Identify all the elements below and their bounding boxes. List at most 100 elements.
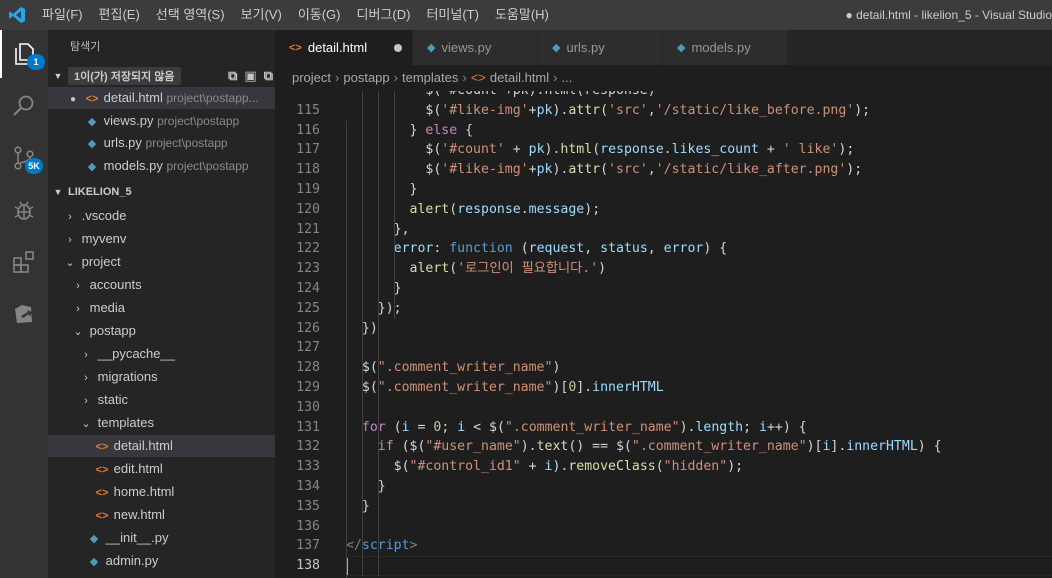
code-line: }: [346, 180, 1052, 200]
code-token: '로그인이 필요합니다.': [457, 261, 599, 277]
tab-views-py[interactable]: ◆ views.py: [413, 30, 538, 65]
save-all-icon[interactable]: ▣: [244, 68, 256, 84]
file-item[interactable]: <> edit.html: [48, 458, 275, 480]
extensions-icon[interactable]: [0, 238, 48, 286]
explorer-badge: 1: [27, 54, 45, 70]
html-file-icon: <>: [470, 70, 486, 85]
file-item[interactable]: <> home.html: [48, 481, 275, 503]
folder-item[interactable]: › static: [48, 389, 275, 411]
menu-item[interactable]: 이동(G): [290, 0, 349, 30]
workspace-header[interactable]: ▼ LIKELION_5: [48, 181, 275, 203]
folder-item[interactable]: › __pycache__: [48, 343, 275, 365]
chevron-down-icon: ▼: [53, 71, 63, 81]
file-item[interactable]: <> new.html: [48, 504, 275, 526]
explorer-icon[interactable]: 1: [0, 30, 48, 78]
code-token: ,: [584, 241, 601, 257]
line-number: 120: [296, 201, 320, 217]
code-line: }: [346, 279, 1052, 299]
code-token: (: [449, 261, 458, 277]
code-token: );: [727, 459, 744, 475]
code-token: pk: [528, 142, 545, 158]
tree-item-label: __pycache__: [97, 346, 175, 361]
code-token: error: [663, 241, 704, 257]
breadcrumb-item[interactable]: templates: [402, 70, 458, 85]
line-number: 115: [296, 102, 320, 118]
menu-item[interactable]: 터미널(T): [418, 0, 486, 30]
code-token: for: [361, 419, 386, 435]
folder-item[interactable]: ⌄ postapp: [48, 320, 275, 342]
close-all-icon[interactable]: ⧉: [264, 68, 273, 84]
code-editor[interactable]: 115 116 117 118 119 120 121 122 123 124 125 126 127 1…: [275, 91, 1052, 578]
code-token: ;: [743, 419, 759, 435]
code-token: "hidden": [663, 459, 728, 475]
code-token: ): [552, 360, 561, 376]
debug-icon[interactable]: [0, 186, 48, 234]
breadcrumb-item[interactable]: postapp: [343, 70, 389, 85]
folder-item[interactable]: › migrations: [48, 366, 275, 388]
menu-item[interactable]: 디버그(D): [349, 0, 419, 30]
chevron-right-icon: ›: [84, 372, 88, 384]
tree-item-label: accounts: [89, 277, 142, 292]
code-token: ).: [552, 459, 569, 475]
menu-item[interactable]: 보기(V): [233, 0, 290, 30]
folder-item[interactable]: ⌄ templates: [48, 412, 275, 434]
live-share-icon[interactable]: [0, 290, 48, 338]
open-editors-actions: ⧉ ▣ ⧉: [228, 65, 275, 87]
menu-item[interactable]: 선택 영역(S): [148, 0, 233, 30]
open-editor-path: project\postapp: [145, 136, 228, 150]
code-line: },: [346, 220, 1052, 240]
file-item[interactable]: ◆: [48, 573, 275, 578]
title-bar: 파일(F) 편집(E) 선택 영역(S) 보기(V) 이동(G) 디버그(D) 터미널(T)…: [0, 0, 1052, 30]
code-area[interactable]: $('#count'+pk).html(response) $('#like-i…: [346, 91, 1052, 578]
tree-item-label: .vscode: [81, 208, 127, 223]
code-line: </script>: [346, 536, 1052, 556]
code-token: else: [425, 122, 458, 138]
open-editor-item[interactable]: ◆ views.py project\postapp: [48, 110, 275, 132]
menu-item[interactable]: 파일(F): [34, 0, 91, 30]
search-icon[interactable]: [0, 82, 48, 130]
code-token: i: [401, 419, 410, 435]
tab-urls-py[interactable]: ◆ urls.py: [538, 30, 663, 65]
folder-item[interactable]: › accounts: [48, 274, 275, 296]
breadcrumb-item[interactable]: project: [292, 70, 331, 85]
open-editor-item[interactable]: ◆ urls.py project\postapp: [48, 132, 275, 154]
code-token: ) {: [917, 439, 942, 455]
tab-models-py[interactable]: ◆ models.py: [663, 30, 788, 65]
folder-item[interactable]: › media: [48, 297, 275, 319]
open-editors-header[interactable]: ▼ 1이(가) 저장되지 않음 ⧉ ▣ ⧉: [48, 65, 275, 87]
breadcrumb-item[interactable]: detail.html: [490, 70, 549, 85]
folder-item[interactable]: › .vscode: [48, 205, 275, 227]
folder-item[interactable]: › myvenv: [48, 228, 275, 250]
open-editor-item[interactable]: ● <> detail.html project\postapp...: [48, 87, 275, 109]
code-token: ".comment_writer_name": [504, 419, 680, 435]
tab-detail-html[interactable]: <> detail.html: [275, 30, 413, 65]
code-token: '#like-img': [441, 102, 529, 118]
file-item[interactable]: ◆ __init__.py: [48, 527, 275, 549]
code-line: $(".comment_writer_name"): [346, 358, 1052, 378]
open-editor-name: views.py: [103, 112, 154, 128]
code-token: ($(: [393, 439, 426, 455]
folder-item[interactable]: ⌄ project: [48, 251, 275, 273]
code-token: error: [393, 241, 434, 257]
code-token: ".comment_writer_name": [377, 379, 553, 395]
chevron-right-icon: ›: [553, 70, 558, 85]
open-editor-item[interactable]: ◆ models.py project\postapp: [48, 155, 275, 177]
menu-item[interactable]: 편집(E): [91, 0, 148, 30]
chevron-right-icon: ›: [84, 395, 88, 407]
tree-item-label: admin.py: [105, 553, 159, 568]
code-line: }: [346, 497, 1052, 517]
line-number: [275, 91, 320, 101]
source-control-icon[interactable]: 5K: [0, 134, 48, 182]
breadcrumb-item[interactable]: ...: [561, 70, 572, 85]
code-token: response: [457, 201, 521, 217]
code-token: ).: [552, 162, 569, 178]
menu-item[interactable]: 도움말(H): [487, 0, 557, 30]
unsaved-dot-icon[interactable]: [394, 44, 402, 52]
code-token: '/static/like_before.png': [655, 102, 855, 118]
file-item[interactable]: <> detail.html: [48, 435, 275, 457]
file-item[interactable]: ◆ admin.py: [48, 550, 275, 572]
activity-bar: 1 5K: [0, 30, 48, 578]
new-file-icon[interactable]: ⧉: [228, 68, 237, 84]
line-number: 137: [296, 538, 320, 554]
code-token: message: [528, 201, 585, 217]
